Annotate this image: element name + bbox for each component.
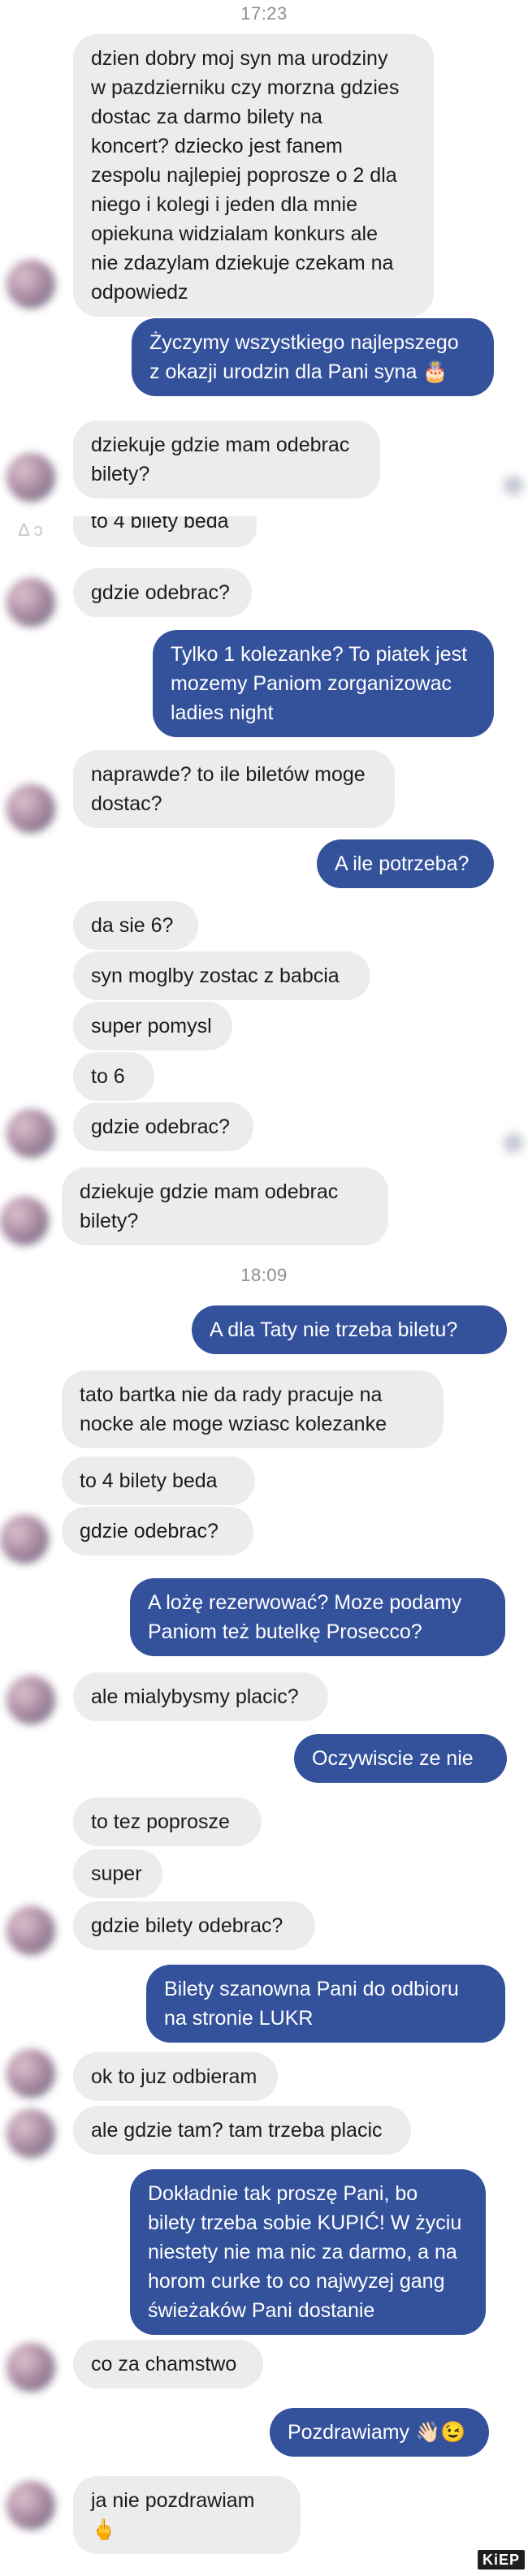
message-outgoing[interactable]: Oczywiscie ze nie: [294, 1734, 507, 1783]
message-incoming[interactable]: gdzie bilety odebrac?: [73, 1901, 315, 1950]
message-outgoing[interactable]: A ile potrzeba?: [317, 839, 494, 888]
message-incoming[interactable]: naprawde? to ile biletów moge dostac?: [73, 750, 395, 828]
message-incoming[interactable]: gdzie odebrac?: [73, 1102, 253, 1151]
message-incoming[interactable]: ja nie pozdrawiam 🖕: [73, 2476, 301, 2554]
message-outgoing[interactable]: Dokładnie tak proszę Pani, bo bilety trz…: [130, 2169, 486, 2335]
message-incoming[interactable]: to tez poprosze: [73, 1797, 262, 1846]
message-incoming[interactable]: to 4 bilety beda: [73, 516, 257, 547]
message-outgoing[interactable]: Bilety szanowna Pani do odbioru na stron…: [146, 1965, 505, 2043]
avatar: [6, 784, 55, 833]
avatar: [6, 2343, 55, 2392]
timestamp: 17:23: [240, 3, 288, 24]
chat-thread: 17:23 dzien dobry moj syn ma urodziny w …: [0, 0, 528, 2576]
message-incoming[interactable]: gdzie odebrac?: [62, 1507, 253, 1556]
message-incoming[interactable]: tato bartka nie da rady pracuje na nocke…: [62, 1370, 444, 1448]
timestamp: 18:09: [240, 1265, 288, 1285]
message-incoming[interactable]: dziekuje gdzie mam odebrac bilety?: [73, 421, 380, 498]
avatar: [6, 2109, 55, 2158]
message-incoming[interactable]: ale mialybysmy placic?: [73, 1672, 328, 1721]
avatar: [6, 1676, 55, 1724]
avatar: [6, 2049, 55, 2098]
blurred-mark: [504, 1133, 523, 1153]
watermark-logo: KiEP: [478, 2550, 525, 2570]
avatar: [6, 2481, 55, 2530]
message-incoming[interactable]: to 6: [73, 1052, 154, 1101]
message-incoming[interactable]: da sie 6?: [73, 901, 198, 950]
avatar: [6, 578, 55, 627]
blurred-mark: [504, 476, 523, 495]
message-incoming[interactable]: ale gdzie tam? tam trzeba placic: [73, 2106, 411, 2155]
message-text: to 4 bilety beda: [91, 516, 229, 533]
avatar: [6, 260, 55, 309]
message-incoming[interactable]: dzien dobry moj syn ma urodziny w pazdzi…: [73, 34, 434, 317]
message-outgoing[interactable]: A lożę rezerwować? Moze podamy Paniom te…: [130, 1578, 505, 1656]
avatar: [6, 453, 55, 502]
message-outgoing[interactable]: A dla Taty nie trzeba biletu?: [192, 1305, 507, 1354]
message-incoming[interactable]: super pomysl: [73, 1002, 232, 1051]
message-outgoing[interactable]: Pozdrawiamy 👋🏻😉: [270, 2408, 489, 2457]
avatar: [0, 1197, 49, 1245]
message-incoming[interactable]: dziekuje gdzie mam odebrac bilety?: [62, 1167, 388, 1245]
message-incoming[interactable]: to 4 bilety beda: [62, 1456, 255, 1505]
avatar: [6, 1906, 55, 1955]
message-incoming[interactable]: super: [73, 1849, 162, 1898]
avatar: [0, 1515, 49, 1564]
avatar: [6, 1109, 55, 1158]
message-incoming[interactable]: co za chamstwo: [73, 2340, 263, 2388]
message-outgoing[interactable]: Tylko 1 kolezanke? To piatek jest mozemy…: [153, 630, 494, 737]
message-incoming[interactable]: gdzie odebrac?: [73, 568, 252, 617]
cropped-text: Δ ɔ: [18, 520, 43, 540]
message-outgoing[interactable]: Życzymy wszystkiego najlepszego z okazji…: [132, 318, 494, 396]
message-incoming[interactable]: syn moglby zostac z babcia: [73, 951, 370, 1000]
message-incoming[interactable]: ok to juz odbieram: [73, 2052, 278, 2101]
